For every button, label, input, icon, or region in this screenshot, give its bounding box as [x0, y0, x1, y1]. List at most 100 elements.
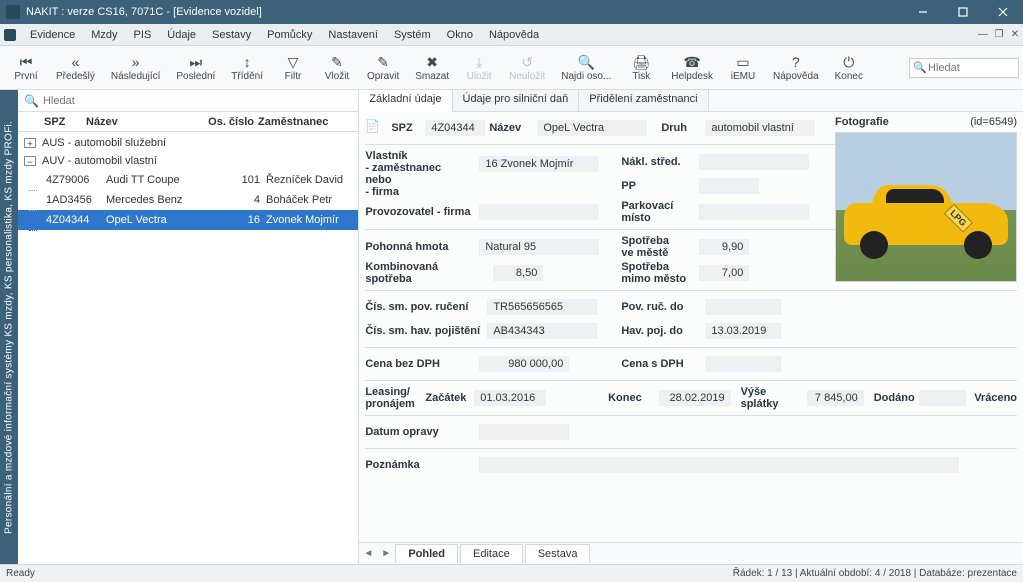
val-do[interactable] [479, 424, 569, 440]
val-prd[interactable] [705, 299, 781, 315]
toolbar-label: Poslední [176, 71, 215, 82]
col-nazev[interactable]: Název [86, 116, 198, 128]
toolbar-t-d-n--button[interactable]: ↕Třídění [223, 51, 271, 84]
toolbar-label: První [14, 71, 37, 82]
toolbar-ulo-it-button: ⤓Uložit [457, 51, 501, 84]
lbl-hpd: Hav. poj. do [621, 325, 701, 337]
toolbar-filtr-button[interactable]: ▽Filtr [271, 51, 315, 84]
val-druh[interactable]: automobil vlastní [705, 120, 815, 136]
toolbar-najdi-oso--button[interactable]: 🔍Najdi oso... [553, 51, 619, 84]
toolbar-label: Vložit [325, 71, 349, 82]
lbl-park: Parkovací místo [621, 200, 695, 224]
mdi-close-icon[interactable]: ✕ [1007, 29, 1023, 40]
val-nazev[interactable]: OpeL Vectra [537, 120, 647, 136]
left-search-input[interactable] [43, 95, 358, 107]
chevron-right-icon[interactable]: ► [377, 548, 395, 559]
lbl-vlastnik: Vlastník - zaměstnanec nebo - firma [365, 150, 475, 198]
lbl-dodano: Dodáno [874, 392, 915, 404]
val-sm[interactable]: 9,90 [699, 239, 749, 255]
val-zacatek[interactable]: 01.03.2016 [474, 390, 546, 406]
menu-mzdy[interactable]: Mzdy [83, 29, 125, 41]
table-row[interactable]: 4Z79006 Audi TT Coupe 101 Řezníček David [18, 170, 358, 190]
val-dodano[interactable] [919, 390, 967, 406]
bottom-tab-editace[interactable]: Editace [460, 544, 523, 563]
toolbar-label: Nápověda [773, 71, 819, 82]
toolbar-n-pov-da-button[interactable]: ?Nápověda [765, 51, 827, 84]
toolbar-prvn--button[interactable]: ⏮První [4, 51, 48, 84]
val-smm[interactable]: 7,00 [699, 265, 749, 281]
menu-napoveda[interactable]: Nápověda [481, 29, 547, 41]
group-auv[interactable]: − AUV - automobil vlastní [18, 152, 358, 170]
close-button[interactable] [983, 0, 1023, 24]
toolbar-p-ede-l--button[interactable]: «Předešlý [48, 51, 103, 84]
menu-okno[interactable]: Okno [439, 29, 481, 41]
val-vs[interactable]: 7 845,00 [807, 390, 864, 406]
val-prov[interactable] [479, 204, 599, 220]
val-park[interactable] [699, 204, 809, 220]
lbl-lp: Leasing/ pronájem [365, 386, 421, 410]
tab-prideleni[interactable]: Přidělení zaměstnanci [579, 90, 708, 111]
val-ph[interactable]: Natural 95 [479, 239, 599, 255]
val-nakl[interactable] [699, 154, 809, 170]
menu-pis[interactable]: PIS [126, 29, 160, 41]
val-chp[interactable]: AB434343 [487, 323, 597, 339]
val-vlastnik[interactable]: 16 Zvonek Mojmír [479, 156, 599, 172]
expand-icon[interactable]: + [24, 138, 36, 148]
group-aus[interactable]: + AUS - automobil služební [18, 134, 358, 152]
val-csd[interactable] [705, 356, 781, 372]
photo-id: (id=6549) [970, 116, 1017, 128]
menu-pomucky[interactable]: Pomůcky [259, 29, 320, 41]
lbl-sm: Spotřeba ve městě [621, 235, 695, 259]
menu-nastaveni[interactable]: Nastavení [320, 29, 386, 41]
mdi-minimize-icon[interactable]: — [975, 29, 991, 40]
toolbar-konec-button[interactable]: ⏻Konec [827, 51, 871, 84]
val-spz[interactable]: 4Z04344 [425, 120, 485, 136]
menu-udaje[interactable]: Údaje [159, 29, 204, 41]
cell-spz: 4Z79006 [42, 174, 106, 186]
maximize-button[interactable] [943, 0, 983, 24]
col-zam[interactable]: Zaměstnanec [258, 116, 358, 128]
val-cpr[interactable]: TR565656565 [487, 299, 597, 315]
vehicle-photo[interactable]: LPG [835, 132, 1017, 282]
lbl-smm: Spotřeba mimo město [621, 261, 695, 285]
toolbar-label: Filtr [285, 71, 302, 82]
left-pane: 🔍 SPZ Název Os. číslo Zaměstnanec + AUS … [18, 90, 359, 564]
col-spz[interactable]: SPZ [18, 116, 86, 128]
cell-zam: Řezníček David [266, 174, 358, 186]
lbl-cbd: Cena bez DPH [365, 358, 475, 370]
col-os[interactable]: Os. číslo [198, 116, 258, 128]
minimize-button[interactable] [903, 0, 943, 24]
val-hpd[interactable]: 13.03.2019 [705, 323, 781, 339]
table-row-selected[interactable]: 4Z04344 OpeL Vectra 16 Zvonek Mojmír [18, 210, 358, 230]
toolbar-n-sleduj-c--button[interactable]: »Následující [103, 51, 168, 84]
toolbar-smazat-button[interactable]: ✖Smazat [407, 51, 457, 84]
menu-system[interactable]: Systém [386, 29, 439, 41]
menu-sestavy[interactable]: Sestavy [204, 29, 259, 41]
menu-evidence[interactable]: Evidence [22, 29, 83, 41]
bottom-tab-sestava[interactable]: Sestava [525, 544, 591, 563]
toolbar-helpdesk-button[interactable]: ☎Helpdesk [663, 51, 721, 84]
mdi-restore-icon[interactable]: ❐ [991, 29, 1007, 40]
lbl-zacatek: Začátek [425, 392, 470, 404]
val-poznamka[interactable] [479, 457, 959, 473]
toolbar-posledn--button[interactable]: ⏭Poslední [168, 51, 223, 84]
tab-zakladni[interactable]: Základní údaje [359, 90, 452, 112]
toolbar-iemu-button[interactable]: ▭iEMU [721, 51, 765, 84]
toolbar-label: Najdi oso... [561, 71, 611, 82]
val-konec[interactable]: 28.02.2019 [659, 390, 731, 406]
menubar: Evidence Mzdy PIS Údaje Sestavy Pomůcky … [0, 24, 1023, 46]
val-pp[interactable] [699, 178, 759, 194]
val-cbd[interactable]: 980 000,00 [479, 356, 569, 372]
lbl-spz: SPZ [391, 122, 421, 134]
lbl-ph: Pohonná hmota [365, 241, 475, 253]
toolbar-tisk-button[interactable]: 🖨Tisk [619, 51, 663, 84]
tab-silnicni[interactable]: Údaje pro silniční daň [453, 90, 580, 111]
chevron-left-icon[interactable]: ◄ [359, 548, 377, 559]
table-row[interactable]: 1AD3456 Mercedes Benz 4 Boháček Petr [18, 190, 358, 210]
toolbar-vlo-it-button[interactable]: ✎Vložit [315, 51, 359, 84]
val-ks[interactable]: 8,50 [493, 265, 543, 281]
opravit-icon: ✎ [377, 53, 389, 71]
bottom-tab-pohled[interactable]: Pohled [395, 544, 458, 563]
collapse-icon[interactable]: − [24, 156, 36, 166]
toolbar-opravit-button[interactable]: ✎Opravit [359, 51, 407, 84]
